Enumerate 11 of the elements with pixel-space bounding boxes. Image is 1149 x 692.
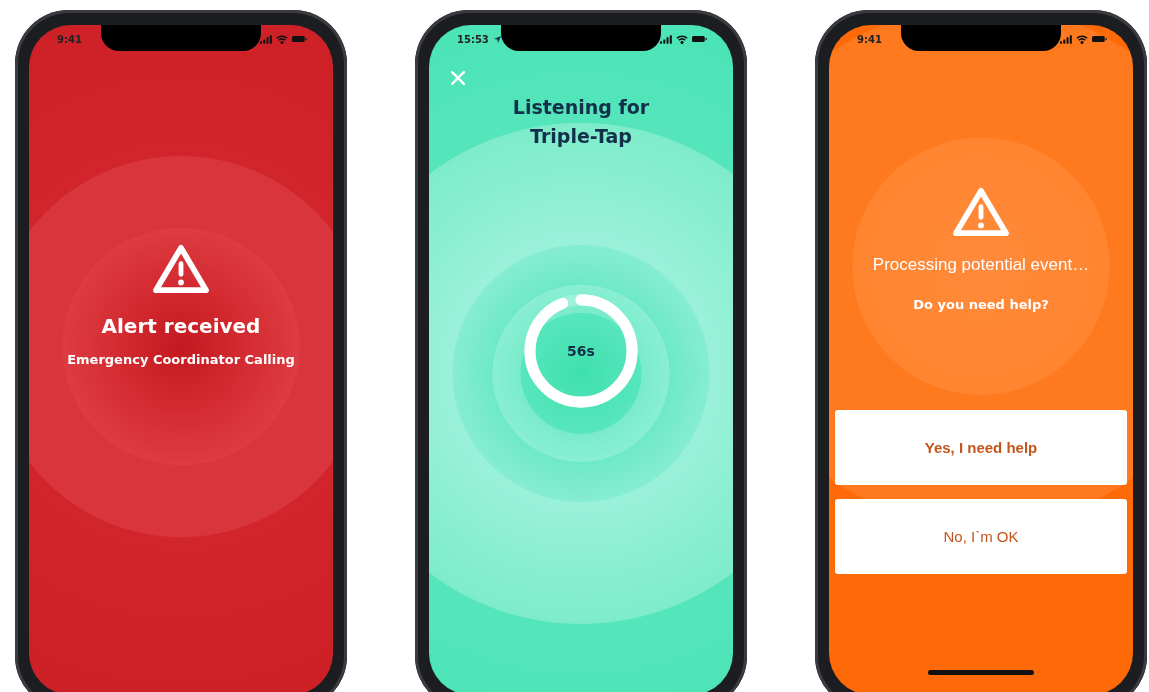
- alert-title: Alert received: [101, 314, 261, 338]
- processing-title: Processing potential event…: [872, 255, 1090, 275]
- answer-button[interactable]: No, I`m OK: [835, 499, 1127, 574]
- help-question: Do you need help?: [913, 297, 1049, 312]
- answer-button[interactable]: Yes, I need help: [835, 410, 1127, 485]
- status-time: 9:41: [857, 33, 882, 45]
- listening-title: Listening for Triple-Tap: [511, 95, 651, 149]
- status-time: 15:53: [457, 33, 489, 45]
- alert-subtitle: Emergency Coordinator Calling: [67, 352, 295, 367]
- status-time: 9:41: [57, 33, 82, 45]
- countdown-text: 56s: [567, 343, 595, 359]
